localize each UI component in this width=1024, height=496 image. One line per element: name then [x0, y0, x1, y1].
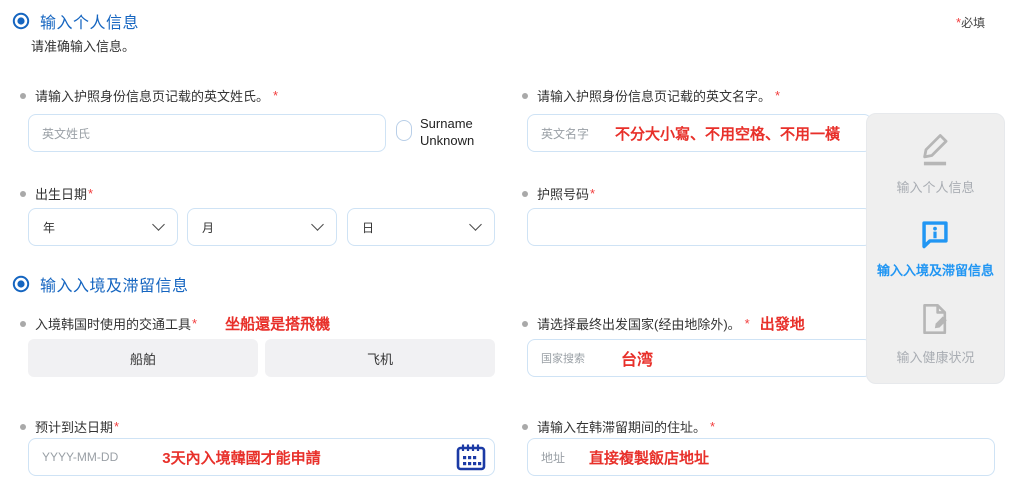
arrival-date-input[interactable]: YYYY-MM-DD 3天內入境韓國才能申請: [28, 438, 495, 476]
country-required-star: *: [745, 316, 750, 331]
step-entry-stay-info[interactable]: 输入入境及滞留信息: [877, 218, 994, 279]
bullet-icon: [522, 321, 528, 327]
address-required-star: *: [710, 419, 715, 434]
country-field-label-row: 请选择最终出发国家(经由地除外)。 * 出發地: [522, 313, 805, 334]
transport-required-star: *: [192, 316, 197, 331]
address-placeholder: 地址: [541, 449, 565, 466]
givenname-placeholder: 英文名字: [541, 125, 589, 142]
givenname-field-label-row: 请输入护照身份信息页记载的英文名字。 *: [522, 86, 780, 105]
section-entry-header: 输入入境及滞留信息: [12, 272, 189, 296]
passport-required-star: *: [590, 186, 595, 201]
surname-input[interactable]: 英文姓氏: [28, 114, 386, 152]
arrival-placeholder: YYYY-MM-DD: [42, 450, 118, 464]
required-label: 必填: [961, 16, 985, 30]
passport-label: 护照号码: [537, 184, 589, 203]
chevron-down-icon: [469, 218, 482, 231]
address-annotation: 直接複製飯店地址: [589, 447, 709, 468]
givenname-annotation: 不分大小寫、不用空格、不用一橫: [615, 123, 840, 144]
bullet-icon: [20, 93, 26, 99]
transport-label: 入境韩国时使用的交通工具: [35, 314, 191, 333]
arrival-annotation: 3天內入境韓國才能申請: [162, 447, 320, 468]
bullet-icon: [522, 424, 528, 430]
section-personal-subtitle: 请准确输入信息。: [31, 36, 135, 55]
givenname-label: 请输入护照身份信息页记载的英文名字。: [537, 86, 771, 105]
address-input[interactable]: 地址 直接複製飯店地址: [527, 438, 995, 476]
address-label: 请输入在韩滞留期间的住址。: [537, 417, 706, 436]
country-label: 请选择最终出发国家(经由地除外)。: [537, 314, 741, 333]
bullet-icon: [522, 191, 528, 197]
surname-unknown-checkbox[interactable]: [396, 120, 412, 141]
radio-selected-icon: [12, 12, 30, 30]
surname-placeholder: 英文姓氏: [42, 125, 90, 142]
pencil-icon: [918, 131, 952, 167]
section-entry-title: 输入入境及滞留信息: [40, 272, 189, 296]
surname-unknown-label: Surname Unknown: [420, 116, 502, 149]
step-personal-info-label: 输入个人信息: [896, 177, 974, 196]
birth-year-value: 年: [43, 219, 55, 236]
transport-plane-label: 飞机: [367, 349, 393, 368]
givenname-required-star: *: [775, 88, 780, 103]
country-search-input[interactable]: 国家搜索 台湾: [527, 339, 872, 377]
surname-label: 请输入护照身份信息页记载的英文姓氏。: [35, 86, 269, 105]
givenname-input[interactable]: 英文名字 不分大小寫、不用空格、不用一橫: [527, 114, 872, 152]
transport-ship-button[interactable]: 船舶: [28, 339, 258, 377]
birthdate-label: 出生日期: [35, 184, 87, 203]
arrival-field-label-row: 预计到达日期 *: [20, 417, 119, 436]
health-doc-icon: [918, 301, 952, 337]
chevron-down-icon: [311, 218, 324, 231]
bullet-icon: [20, 321, 26, 327]
country-value-annotation: 台湾: [621, 346, 653, 370]
passport-input[interactable]: [527, 208, 872, 246]
step-personal-info[interactable]: 输入个人信息: [896, 131, 974, 196]
passport-field-label-row: 护照号码 *: [522, 184, 595, 203]
bullet-icon: [20, 424, 26, 430]
birthdate-field-label-row: 出生日期 *: [20, 184, 93, 203]
birth-day-select[interactable]: 日: [347, 208, 495, 246]
transport-plane-button[interactable]: 飞机: [265, 339, 495, 377]
surname-required-star: *: [273, 88, 278, 103]
bullet-icon: [20, 191, 26, 197]
bullet-icon: [522, 93, 528, 99]
surname-field-label-row: 请输入护照身份信息页记载的英文姓氏。 *: [20, 86, 278, 105]
birth-month-value: 月: [202, 219, 214, 236]
transport-ship-label: 船舶: [130, 349, 156, 368]
birth-month-select[interactable]: 月: [187, 208, 337, 246]
chevron-down-icon: [152, 218, 165, 231]
birth-day-value: 日: [362, 219, 374, 236]
step-health-status-label: 输入健康状况: [896, 347, 974, 366]
birthdate-required-star: *: [88, 186, 93, 201]
info-bubble-icon: [919, 218, 951, 250]
step-health-status[interactable]: 输入健康状况: [896, 301, 974, 366]
calendar-icon[interactable]: [455, 443, 487, 478]
country-placeholder: 国家搜索: [541, 350, 585, 366]
arrival-required-star: *: [114, 419, 119, 434]
arrival-label: 预计到达日期: [35, 417, 113, 436]
country-annotation: 出發地: [760, 313, 805, 334]
qcode-entry-form: 输入个人信息 请准确输入信息。 *必填 请输入护照身份信息页记载的英文姓氏。 *…: [0, 0, 1024, 496]
transport-field-label-row: 入境韩国时使用的交通工具 * 坐船還是搭飛機: [20, 313, 330, 334]
section-personal-title: 输入个人信息: [40, 9, 139, 33]
step-entry-stay-info-label: 输入入境及滞留信息: [877, 260, 994, 279]
transport-annotation: 坐船還是搭飛機: [225, 313, 330, 334]
section-personal-header: 输入个人信息: [12, 9, 139, 33]
required-note: *必填: [956, 14, 985, 31]
radio-selected-icon: [12, 275, 30, 293]
progress-stepper-panel: 输入个人信息 输入入境及滞留信息 输入健康状况: [866, 113, 1005, 384]
birth-year-select[interactable]: 年: [28, 208, 178, 246]
address-field-label-row: 请输入在韩滞留期间的住址。 *: [522, 417, 715, 436]
